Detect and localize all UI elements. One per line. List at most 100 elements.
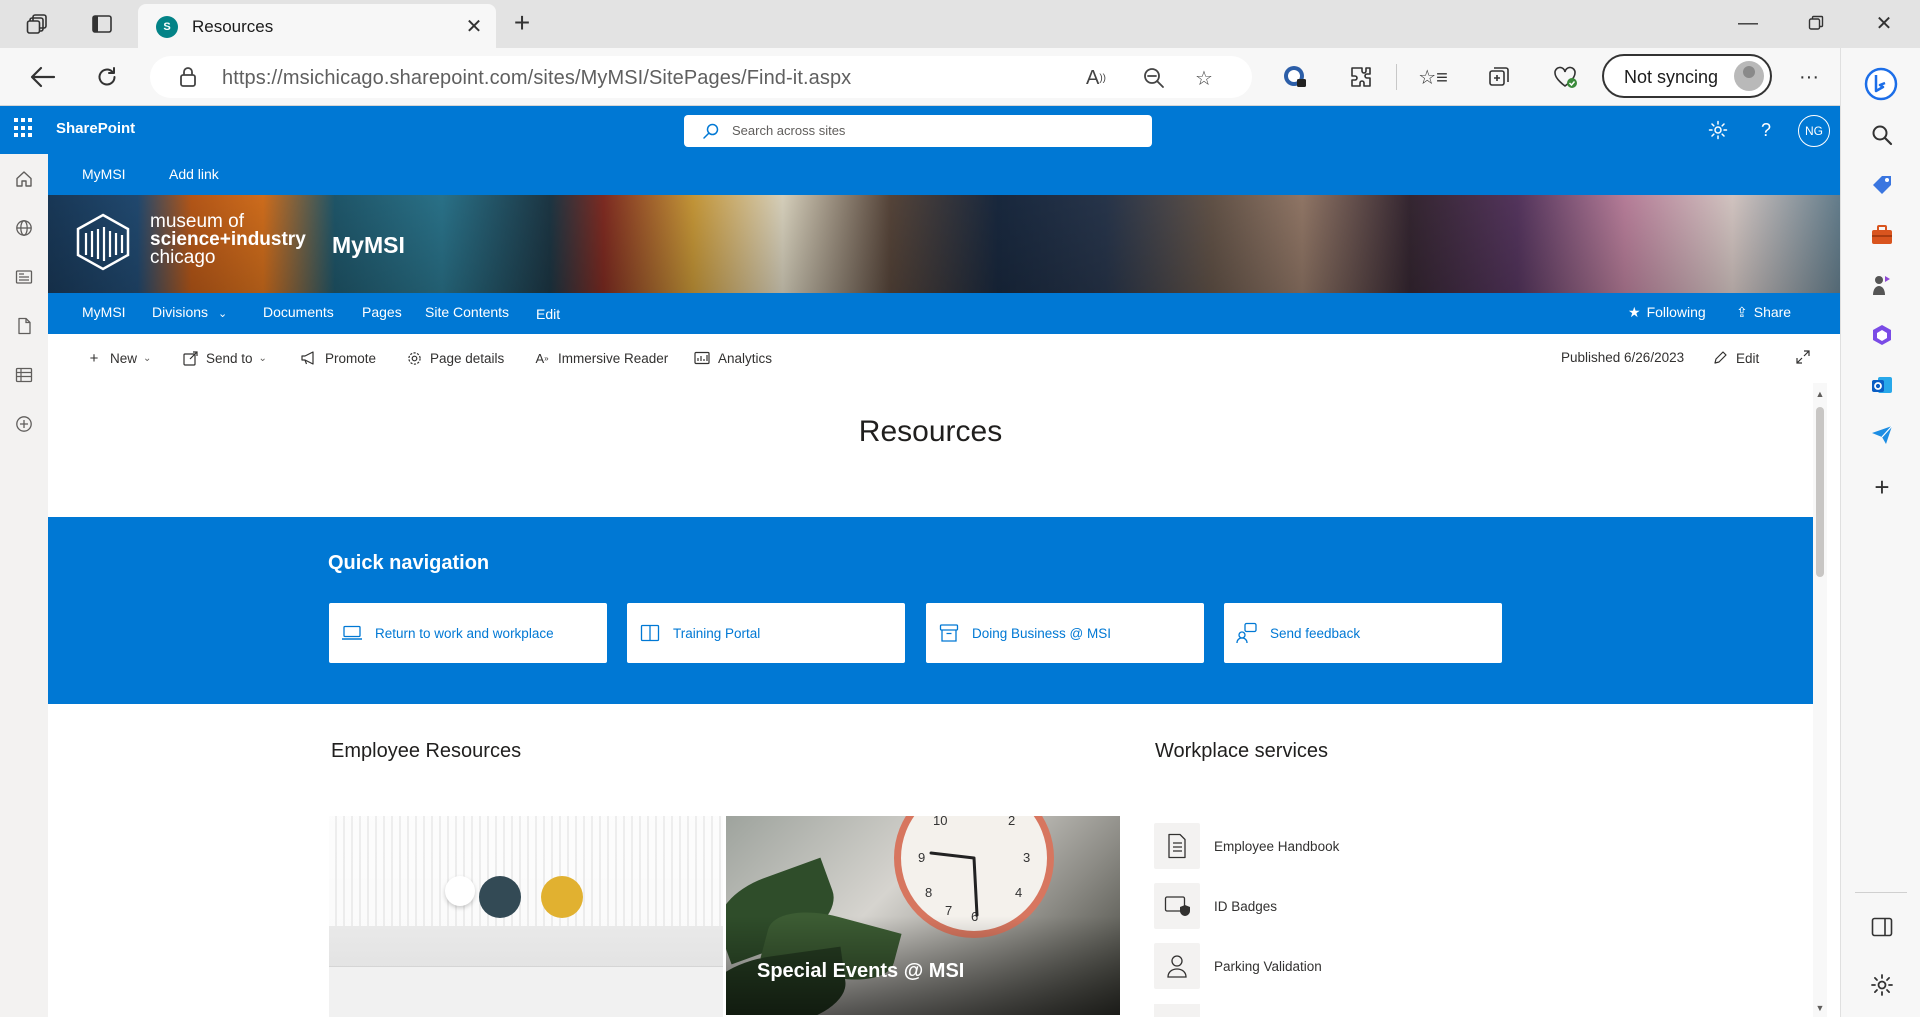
add-sidebar-app-icon[interactable]: + <box>1869 472 1895 502</box>
following-button[interactable]: ★ Following <box>1628 304 1706 321</box>
search-icon[interactable] <box>1869 122 1895 148</box>
workplace-item-label: ID Badges <box>1214 898 1278 914</box>
hide-sidebar-icon[interactable] <box>1869 914 1895 940</box>
quick-link-label: Send feedback <box>1270 625 1361 641</box>
minimize-icon[interactable]: — <box>1730 8 1766 38</box>
quick-link-label: Training Portal <box>673 625 761 641</box>
following-label: Following <box>1646 304 1706 320</box>
app-launcher-icon[interactable] <box>14 118 34 138</box>
quick-link-training-portal[interactable]: Training Portal <box>627 603 905 663</box>
chevron-down-icon: ⌄ <box>143 352 152 364</box>
page-details-button[interactable]: Page details <box>406 350 504 366</box>
close-tab-icon[interactable]: ✕ <box>462 14 486 38</box>
tab-actions-icon[interactable] <box>88 10 116 38</box>
profile-sync-button[interactable]: Not syncing <box>1602 54 1772 98</box>
address-bar[interactable]: https://msichicago.sharepoint.com/sites/… <box>150 56 1252 98</box>
scroll-down-icon[interactable]: ▼ <box>1815 1003 1825 1013</box>
workplace-item-employee-handbook[interactable]: Employee Handbook <box>1154 823 1554 869</box>
expand-icon[interactable] <box>1796 350 1810 364</box>
workplace-item-partial <box>1154 1004 1200 1017</box>
page-scrollbar[interactable]: ▲ ▼ <box>1813 383 1827 1017</box>
global-nav-icon[interactable] <box>13 217 35 239</box>
read-aloud-icon[interactable]: A)) <box>1084 66 1108 90</box>
promote-button[interactable]: Promote <box>301 350 376 366</box>
send-to-button[interactable]: Send to ⌄ <box>182 350 267 366</box>
search-input[interactable]: Search across sites <box>684 115 1152 147</box>
extensions-icon[interactable] <box>1346 62 1376 92</box>
shopping-tag-icon[interactable] <box>1869 172 1895 198</box>
collections-icon[interactable] <box>1484 62 1514 92</box>
quick-link-return-to-work[interactable]: Return to work and workplace <box>329 603 607 663</box>
site-navigation: MyMSI Divisions ⌄ Documents Pages Site Co… <box>48 293 1840 334</box>
news-icon[interactable] <box>13 266 35 288</box>
site-nav-edit[interactable]: Edit <box>536 306 560 322</box>
site-nav-documents[interactable]: Documents <box>263 304 334 320</box>
more-options-icon[interactable]: ··· <box>1794 62 1824 92</box>
sidebar-settings-icon[interactable] <box>1869 972 1895 998</box>
site-nav-site-contents[interactable]: Site Contents <box>425 304 509 320</box>
yellow-chair <box>541 876 583 918</box>
svg-text:9: 9 <box>918 850 925 865</box>
gear-icon <box>406 350 422 366</box>
workplace-item-id-badges[interactable]: ID Badges <box>1154 883 1554 929</box>
lists-icon[interactable] <box>13 364 35 386</box>
scroll-thumb[interactable] <box>1816 407 1824 577</box>
quick-link-doing-business[interactable]: Doing Business @ MSI <box>926 603 1204 663</box>
microsoft-365-icon[interactable] <box>1869 322 1895 348</box>
laptop-icon <box>341 622 363 644</box>
help-icon[interactable]: ? <box>1754 118 1778 142</box>
new-button[interactable]: + New ⌄ <box>86 350 152 367</box>
back-icon[interactable] <box>28 62 58 92</box>
favorite-star-icon[interactable]: ☆ <box>1192 66 1216 90</box>
browser-health-icon[interactable] <box>1550 62 1580 92</box>
bing-copilot-icon[interactable] <box>1863 66 1899 102</box>
sharepoint-brand-link[interactable]: SharePoint <box>56 120 135 137</box>
sharepoint-app-bar <box>0 154 48 1017</box>
person-icon <box>1154 943 1200 989</box>
lock-icon[interactable] <box>178 66 200 88</box>
analytics-button[interactable]: Analytics <box>694 350 772 366</box>
settings-gear-icon[interactable] <box>1706 118 1730 142</box>
share-button[interactable]: ⇪ Share <box>1736 304 1791 321</box>
quick-link-label: Return to work and workplace <box>375 625 554 641</box>
scroll-up-icon[interactable]: ▲ <box>1815 389 1825 399</box>
workplace-item-parking-validation[interactable]: Parking Validation <box>1154 943 1554 989</box>
quick-link-send-feedback[interactable]: Send feedback <box>1224 603 1502 663</box>
tools-briefcase-icon[interactable] <box>1869 222 1895 248</box>
hero-tile-special-events[interactable]: 12 10 2 9 3 8 4 7 6 Special Events @ MSI <box>726 816 1120 1015</box>
files-icon[interactable] <box>13 315 35 337</box>
immersive-reader-button[interactable]: A» Immersive Reader <box>534 350 668 366</box>
site-nav-pages[interactable]: Pages <box>362 304 402 320</box>
zoom-out-icon[interactable] <box>1142 66 1166 90</box>
site-nav-divisions[interactable]: Divisions ⌄ <box>152 304 227 320</box>
user-avatar[interactable]: NG <box>1798 115 1830 147</box>
workspaces-icon[interactable] <box>24 10 52 38</box>
hero-tile-chairs-image[interactable] <box>329 816 723 1017</box>
send-drop-icon[interactable] <box>1869 422 1895 448</box>
favorites-icon[interactable]: ☆≡ <box>1418 62 1448 92</box>
site-nav-mymsi[interactable]: MyMSI <box>82 304 126 320</box>
browser-tab-strip: S Resources ✕ + — ✕ <box>0 0 1920 48</box>
outlook-icon[interactable] <box>1869 372 1895 398</box>
msi-logo-icon <box>76 213 130 271</box>
browser-essentials-icon[interactable] <box>1280 62 1310 92</box>
tab-resources[interactable]: S Resources ✕ <box>138 4 496 48</box>
star-filled-icon: ★ <box>1628 304 1641 320</box>
gray-chair <box>479 876 521 918</box>
url-text[interactable]: https://msichicago.sharepoint.com/sites/… <box>222 67 851 90</box>
close-window-icon[interactable]: ✕ <box>1866 8 1902 38</box>
refresh-icon[interactable] <box>92 62 122 92</box>
hub-navigation: MyMSI Add link <box>48 154 1840 195</box>
home-icon[interactable] <box>13 168 35 190</box>
hub-nav-add-link[interactable]: Add link <box>169 166 219 182</box>
new-label: New <box>110 350 138 366</box>
hub-nav-mymsi[interactable]: MyMSI <box>82 166 126 182</box>
tab-title: Resources <box>192 17 274 36</box>
send-to-label: Send to <box>206 350 253 366</box>
site-title[interactable]: MyMSI <box>332 232 405 259</box>
games-icon[interactable] <box>1869 272 1895 298</box>
edit-button[interactable]: Edit <box>1712 350 1759 366</box>
create-icon[interactable] <box>13 413 35 435</box>
new-tab-icon[interactable]: + <box>508 9 536 38</box>
restore-icon[interactable] <box>1798 8 1834 38</box>
